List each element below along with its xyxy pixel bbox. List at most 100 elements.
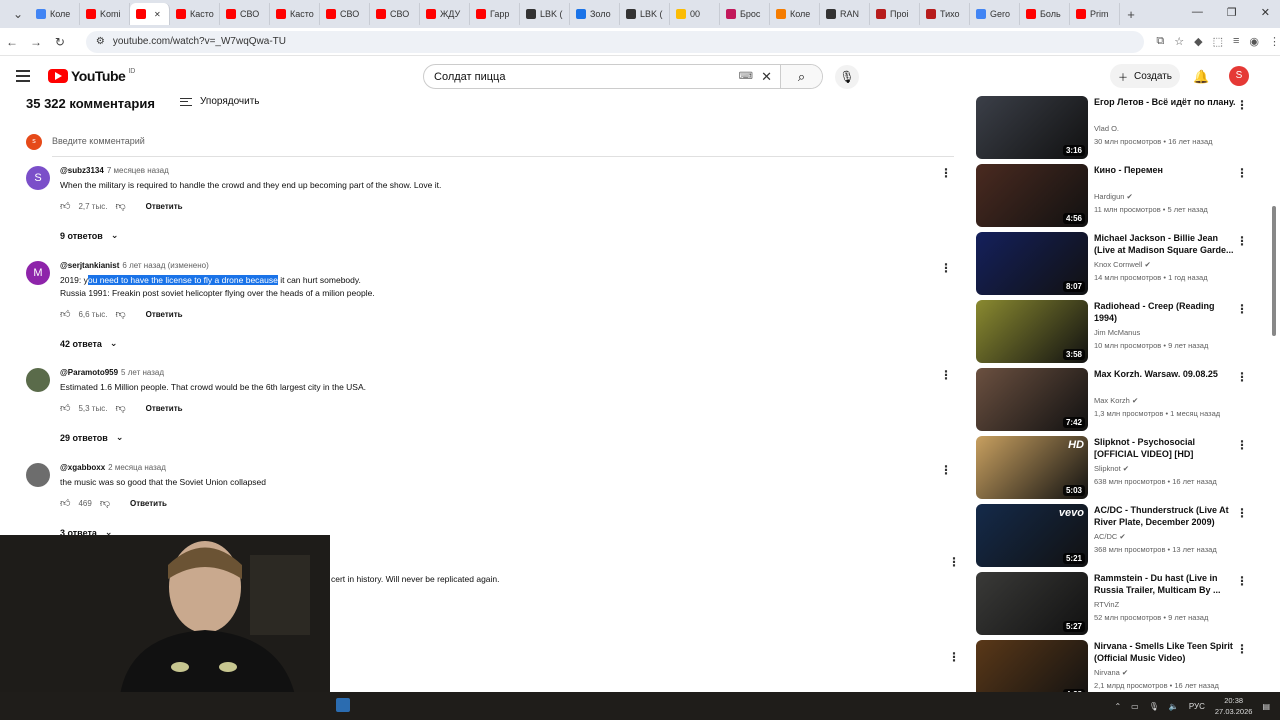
comment-time[interactable]: 6 лет назад (изменено) bbox=[122, 261, 208, 270]
microphone-icon[interactable]: 🎙 bbox=[1149, 702, 1159, 711]
minimize-button[interactable]: — bbox=[1192, 6, 1203, 19]
video-thumbnail[interactable]: 3:58 bbox=[976, 300, 1088, 363]
address-bar[interactable]: ⚙ youtube.com/watch?v=_W7wqQwa-TU bbox=[85, 30, 1145, 53]
reply-button[interactable]: Ответить bbox=[146, 310, 183, 319]
video-title[interactable]: Nirvana - Smells Like Teen Spirit (Offic… bbox=[1094, 640, 1238, 664]
show-replies-button[interactable]: 42 ответа ⌄ bbox=[60, 338, 117, 349]
video-menu-icon[interactable]: ⋮ bbox=[1236, 642, 1248, 656]
related-video-card[interactable]: 5:27 Rammstein - Du hast (Live in Russia … bbox=[976, 572, 1266, 635]
close-window-button[interactable]: ✕ bbox=[1261, 6, 1270, 19]
video-thumbnail[interactable]: 4:38 bbox=[976, 640, 1088, 692]
install-app-icon[interactable]: ⧉ bbox=[1156, 35, 1164, 48]
video-title[interactable]: Max Korzh. Warsaw. 09.08.25 bbox=[1094, 368, 1238, 380]
video-title[interactable]: Michael Jackson - Billie Jean (Live at M… bbox=[1094, 232, 1238, 256]
dislike-icon[interactable]: 👎︎ bbox=[115, 308, 125, 320]
account-avatar[interactable]: S bbox=[1229, 66, 1249, 86]
video-thumbnail[interactable]: HD 5:03 bbox=[976, 436, 1088, 499]
related-video-card[interactable]: vevo 5:21 AC/DC - Thunderstruck (Live At R… bbox=[976, 504, 1266, 567]
like-icon[interactable]: 👍︎ bbox=[60, 200, 70, 212]
reply-button[interactable]: Ответить bbox=[146, 404, 183, 413]
video-thumbnail[interactable]: 8:07 bbox=[976, 232, 1088, 295]
video-channel[interactable]: AC/DC bbox=[1094, 532, 1117, 541]
video-menu-icon[interactable]: ⋮ bbox=[1236, 302, 1248, 316]
comment-avatar[interactable] bbox=[26, 463, 50, 487]
browser-tab[interactable]: Касто bbox=[170, 3, 220, 25]
video-channel[interactable]: RTVinZ bbox=[1094, 600, 1119, 609]
page-scrollbar[interactable] bbox=[1270, 96, 1278, 692]
comment-avatar[interactable] bbox=[26, 368, 50, 392]
profile-icon[interactable]: ◉ bbox=[1249, 35, 1259, 48]
browser-tab[interactable]: Проі bbox=[870, 3, 920, 25]
like-icon[interactable]: 👍︎ bbox=[60, 308, 70, 320]
video-title[interactable]: Slipknot - Psychosocial [OFFICIAL VIDEO]… bbox=[1094, 436, 1238, 460]
back-icon[interactable]: ← bbox=[0, 35, 24, 49]
comment-menu-icon[interactable]: ⋮ bbox=[948, 650, 960, 664]
browser-tab[interactable]: СВО bbox=[370, 3, 420, 25]
tab-list-chevron-icon[interactable]: ⌄ bbox=[6, 7, 30, 21]
video-title[interactable]: Radiohead - Creep (Reading 1994) bbox=[1094, 300, 1238, 324]
browser-tab[interactable]: Prim bbox=[1070, 3, 1120, 25]
video-title[interactable]: AC/DC - Thunderstruck (Live At River Pla… bbox=[1094, 504, 1238, 528]
browser-tab[interactable]: LBK ( bbox=[620, 3, 670, 25]
video-menu-icon[interactable]: ⋮ bbox=[1236, 574, 1248, 588]
like-icon[interactable]: 👍︎ bbox=[60, 402, 70, 414]
video-channel[interactable]: Max Korzh bbox=[1094, 396, 1130, 405]
youtube-logo[interactable]: YouTube ID bbox=[48, 68, 135, 84]
related-video-card[interactable]: HD 5:03 Slipknot - Psychosocial [OFFICIAL … bbox=[976, 436, 1266, 499]
comment-menu-icon[interactable]: ⋮ bbox=[940, 463, 952, 477]
video-channel[interactable]: Vlad O. bbox=[1094, 124, 1119, 133]
sort-button[interactable]: Упорядочить bbox=[180, 96, 260, 107]
video-menu-icon[interactable]: ⋮ bbox=[1236, 506, 1248, 520]
comment-author[interactable]: @subz3134 bbox=[60, 166, 104, 175]
browser-tab[interactable]: Gero bbox=[970, 3, 1020, 25]
video-thumbnail[interactable]: 3:16 bbox=[976, 96, 1088, 159]
related-video-card[interactable]: 7:42 Max Korzh. Warsaw. 09.08.25 Max Korzh… bbox=[976, 368, 1266, 431]
search-button[interactable]: ⌕ bbox=[780, 65, 822, 88]
comment-time[interactable]: 7 месяцев назад bbox=[107, 166, 169, 175]
taskbar-app-icon[interactable] bbox=[336, 698, 350, 712]
reload-icon[interactable]: ↻ bbox=[48, 35, 72, 49]
browser-tab[interactable]: Золо bbox=[570, 3, 620, 25]
new-tab-button[interactable]: + bbox=[1120, 7, 1142, 22]
comment-time[interactable]: 5 лет назад bbox=[121, 368, 164, 377]
volume-icon[interactable]: 🔈 bbox=[1169, 702, 1179, 711]
notifications-bell-icon[interactable]: 🔔 bbox=[1193, 69, 1209, 85]
video-thumbnail[interactable]: 7:42 bbox=[976, 368, 1088, 431]
browser-tab[interactable]: LBK ( bbox=[520, 3, 570, 25]
close-tab-icon[interactable]: ✕ bbox=[154, 10, 161, 19]
tray-chevron-icon[interactable]: ⌃ bbox=[1114, 702, 1121, 711]
comment-menu-icon[interactable]: ⋮ bbox=[940, 261, 952, 275]
comment-author[interactable]: @xgabboxx bbox=[60, 463, 105, 472]
video-thumbnail[interactable]: 5:27 bbox=[976, 572, 1088, 635]
video-menu-icon[interactable]: ⋮ bbox=[1236, 370, 1248, 384]
maximize-button[interactable]: ❐ bbox=[1227, 6, 1237, 19]
video-menu-icon[interactable]: ⋮ bbox=[1236, 98, 1248, 112]
browser-tab[interactable]: СВО bbox=[220, 3, 270, 25]
related-video-card[interactable]: 8:07 Michael Jackson - Billie Jean (Live … bbox=[976, 232, 1266, 295]
clear-search-icon[interactable]: ✕ bbox=[761, 69, 772, 85]
site-info-icon[interactable]: ⚙ bbox=[96, 36, 105, 47]
show-replies-button[interactable]: 9 ответов ⌄ bbox=[60, 230, 118, 241]
browser-tab[interactable]: Коле bbox=[770, 3, 820, 25]
bookmark-star-icon[interactable]: ☆ bbox=[1174, 35, 1184, 48]
keyboard-icon[interactable]: ⌨ bbox=[739, 71, 753, 82]
reply-button[interactable]: Ответить bbox=[130, 499, 167, 508]
comment-author[interactable]: @serjtankianist bbox=[60, 261, 119, 270]
browser-tab[interactable]: ЖДУ bbox=[420, 3, 470, 25]
video-menu-icon[interactable]: ⋮ bbox=[1236, 234, 1248, 248]
video-channel[interactable]: Knox Cornwell bbox=[1094, 260, 1142, 269]
create-button[interactable]: ＋ Создать bbox=[1110, 64, 1180, 88]
browser-menu-icon[interactable]: ⋮ bbox=[1269, 35, 1280, 48]
video-channel[interactable]: Nirvana bbox=[1094, 668, 1120, 677]
video-thumbnail[interactable]: 4:56 bbox=[976, 164, 1088, 227]
video-thumbnail[interactable]: vevo 5:21 bbox=[976, 504, 1088, 567]
video-title[interactable]: Rammstein - Du hast (Live in Russia Trai… bbox=[1094, 572, 1238, 596]
video-menu-icon[interactable]: ⋮ bbox=[1236, 438, 1248, 452]
browser-tab[interactable]: Боль bbox=[1020, 3, 1070, 25]
voice-search-mic-icon[interactable]: 🎙 bbox=[835, 65, 859, 89]
reply-button[interactable]: Ответить bbox=[146, 202, 183, 211]
menu-hamburger-icon[interactable] bbox=[16, 70, 30, 82]
comment-avatar[interactable]: S bbox=[26, 166, 50, 190]
related-video-card[interactable]: 3:16 Егор Летов - Всё идёт по плану. Vlad … bbox=[976, 96, 1266, 159]
network-icon[interactable]: ▭ bbox=[1131, 702, 1139, 711]
